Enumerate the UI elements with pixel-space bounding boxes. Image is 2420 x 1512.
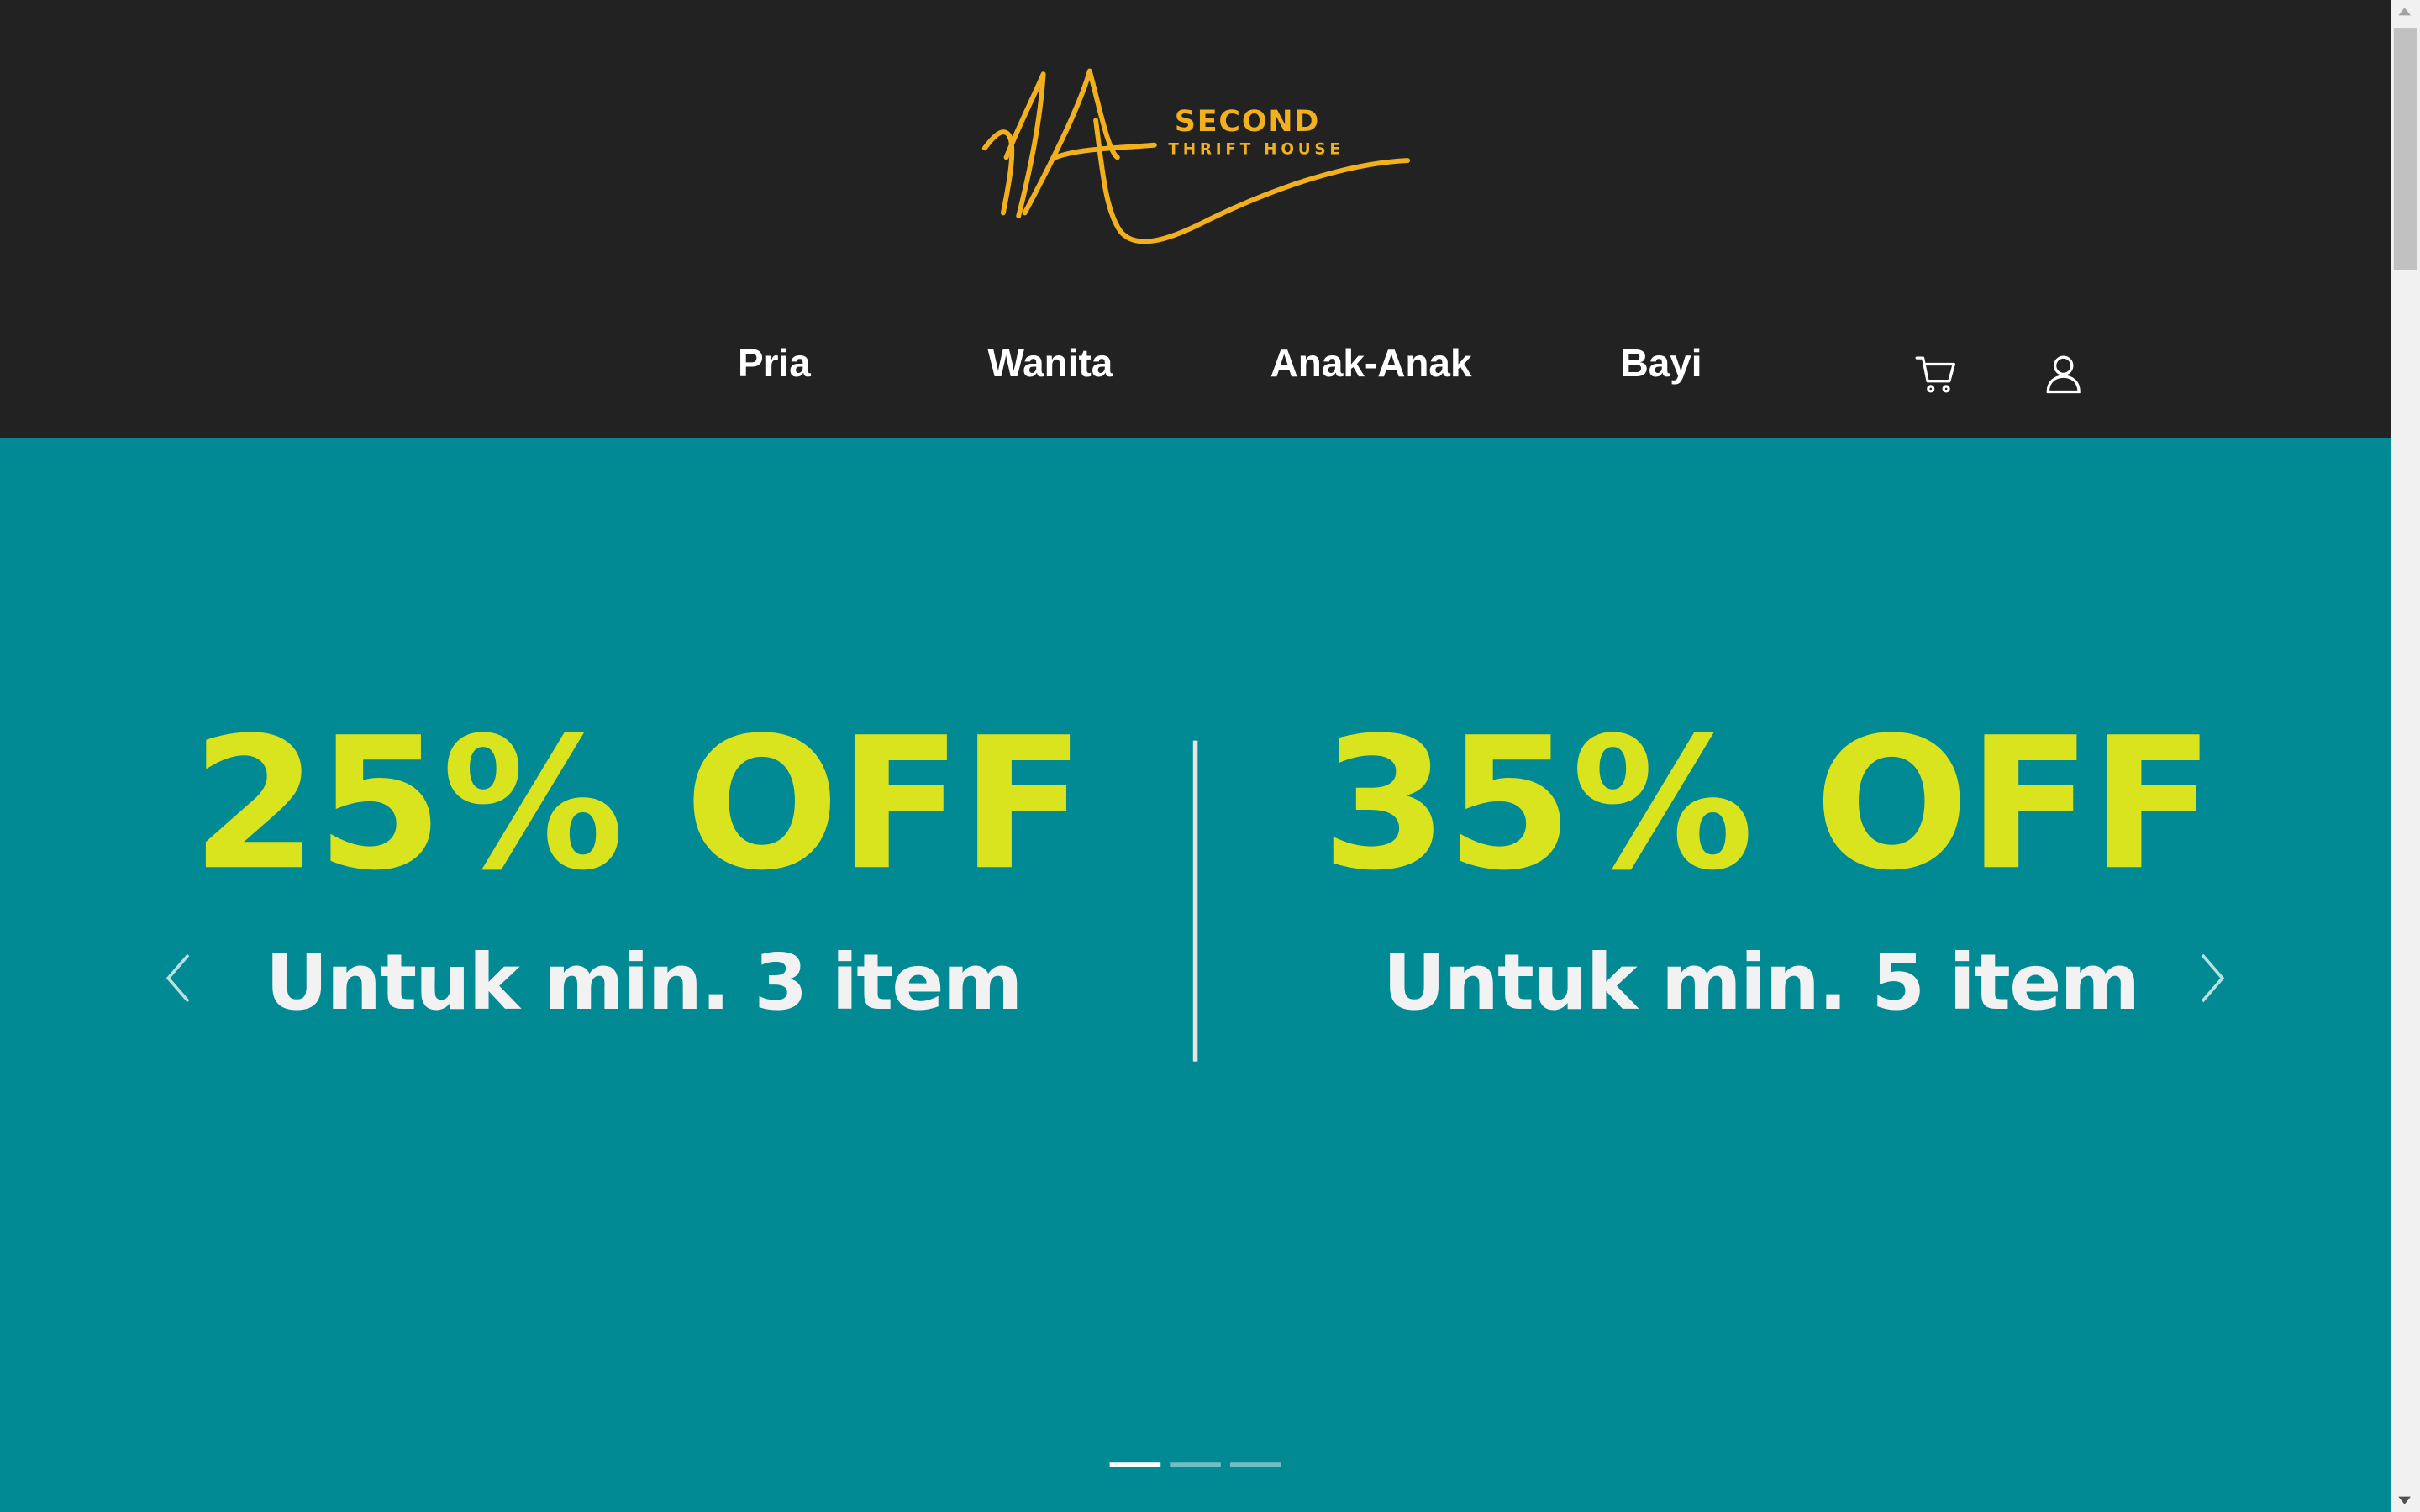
carousel-indicator-1[interactable] (1109, 1462, 1161, 1467)
page: SECOND THRIFT HOUSE Pria Wanita Anak-Ana… (0, 0, 2420, 1512)
carousel-indicator-2[interactable] (1170, 1462, 1221, 1467)
offer-divider (1192, 740, 1198, 1062)
site-header: SECOND THRIFT HOUSE Pria Wanita Anak-Ana… (0, 0, 2391, 438)
offer-discount-right: 35% OFF (1321, 697, 2215, 911)
carousel-indicators (1109, 1462, 1281, 1468)
cart-icon (1915, 356, 1955, 393)
carousel-next-button[interactable] (2188, 948, 2234, 1009)
site-logo[interactable]: SECOND THRIFT HOUSE (972, 59, 1420, 260)
logo-text-thrift-house: THRIFT HOUSE (1168, 141, 1344, 160)
cart-button[interactable] (1907, 345, 1963, 401)
chevron-right-icon (2201, 953, 2225, 1003)
user-icon (2046, 355, 2081, 394)
nav-item-bayi[interactable]: Bayi (1621, 343, 1702, 387)
offer-condition-left: Untuk min. 3 item (265, 937, 1023, 1028)
nav-item-wanita[interactable]: Wanita (988, 343, 1113, 387)
logo-text-second: SECOND (1174, 104, 1321, 139)
offer-condition-right: Untuk min. 5 item (1382, 937, 2141, 1028)
carousel-prev-button[interactable] (156, 948, 203, 1009)
scroll-thumb[interactable] (2393, 28, 2417, 270)
chevron-left-icon (166, 953, 190, 1003)
offer-discount-left: 25% OFF (191, 697, 1086, 911)
scroll-up-arrow-icon[interactable] (2398, 8, 2411, 16)
carousel-indicator-3[interactable] (1229, 1462, 1281, 1467)
promo-carousel: 25% OFF Untuk min. 3 item 35% OFF Untuk … (0, 438, 2391, 1512)
nav-item-anak-anak[interactable]: Anak-Anak (1270, 343, 1472, 387)
vertical-scrollbar[interactable] (2391, 0, 2420, 1512)
nav-item-pria[interactable]: Pria (738, 343, 811, 387)
scroll-down-arrow-icon[interactable] (2398, 1496, 2411, 1504)
account-button[interactable] (2036, 345, 2091, 401)
